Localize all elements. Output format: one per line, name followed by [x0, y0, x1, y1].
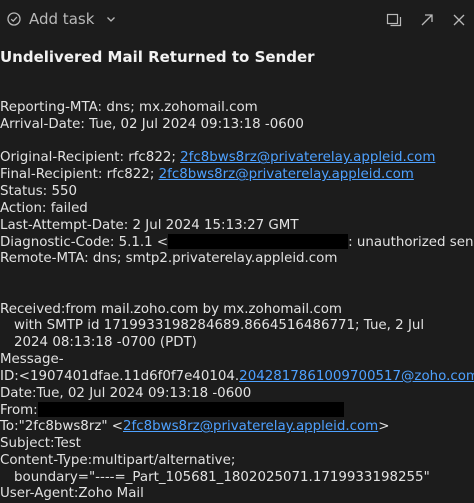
to-link[interactable]: 2fc8bws8rz@privaterelay.appleid.com	[123, 419, 378, 434]
original-recipient: Original-Recipient: rfc822; 2fc8bws8rz@p…	[0, 150, 436, 166]
final-recipient-link[interactable]: 2fc8bws8rz@privaterelay.appleid.com	[159, 167, 414, 182]
diagnostic-code: Diagnostic-Code: 5.1.1 <: unauthorized s…	[0, 234, 474, 251]
action: Action: failed	[0, 200, 88, 216]
email-body: Reporting-MTA: dns; mx.zohomail.com Arri…	[0, 100, 474, 503]
check-circle-icon	[7, 12, 29, 26]
message-id-label: Message-	[0, 351, 64, 367]
reporting-mta: Reporting-MTA: dns; mx.zohomail.com	[0, 100, 258, 115]
user-agent-header: User-Agent:Zoho Mail	[0, 486, 144, 502]
remote-mta: Remote-MTA: dns; smtp2.privaterelay.appl…	[0, 251, 338, 267]
content-type-header: Content-Type:multipart/alternative;	[0, 452, 236, 468]
status: Status: 550	[0, 183, 77, 199]
to-header: To:"2fc8bws8rz" <2fc8bws8rz@privaterelay…	[0, 419, 390, 435]
open-external-icon[interactable]	[419, 12, 435, 28]
message-id: ID:<1907401dfae.11d6f0f7e40104.204281786…	[0, 369, 474, 386]
subject-header: Subject:Test	[0, 435, 81, 451]
windows-icon[interactable]	[386, 12, 402, 28]
boundary-header: boundary="----=_Part_105681_1802025071.1…	[14, 469, 430, 485]
final-recipient: Final-Recipient: rfc822; 2fc8bws8rz@priv…	[0, 167, 414, 183]
chevron-down-icon[interactable]	[94, 14, 116, 24]
close-icon[interactable]	[451, 12, 467, 28]
received-header: Received:from mail.zoho.com by mx.zohoma…	[0, 301, 342, 317]
redacted-block	[37, 402, 344, 418]
add-task-label: Add task	[29, 10, 95, 28]
date-header: Date:Tue, 02 Jul 2024 09:13:18 -0600	[0, 385, 252, 401]
toolbar: Add task	[0, 0, 474, 40]
email-subject: Undelivered Mail Returned to Sender	[0, 48, 315, 66]
last-attempt-date: Last-Attempt-Date: 2 Jul 2024 15:13:27 G…	[0, 217, 299, 233]
add-task-button[interactable]: Add task	[7, 10, 116, 28]
redacted-block	[168, 234, 349, 250]
original-recipient-link[interactable]: 2fc8bws8rz@privaterelay.appleid.com	[180, 150, 435, 165]
received-smtp: with SMTP id 1719933198284689.8664516486…	[14, 318, 425, 351]
from-header: From:	[0, 402, 474, 419]
message-id-link[interactable]: 2042817861009700517@zoho.com	[239, 369, 474, 384]
arrival-date: Arrival-Date: Tue, 02 Jul 2024 09:13:18 …	[0, 116, 304, 132]
